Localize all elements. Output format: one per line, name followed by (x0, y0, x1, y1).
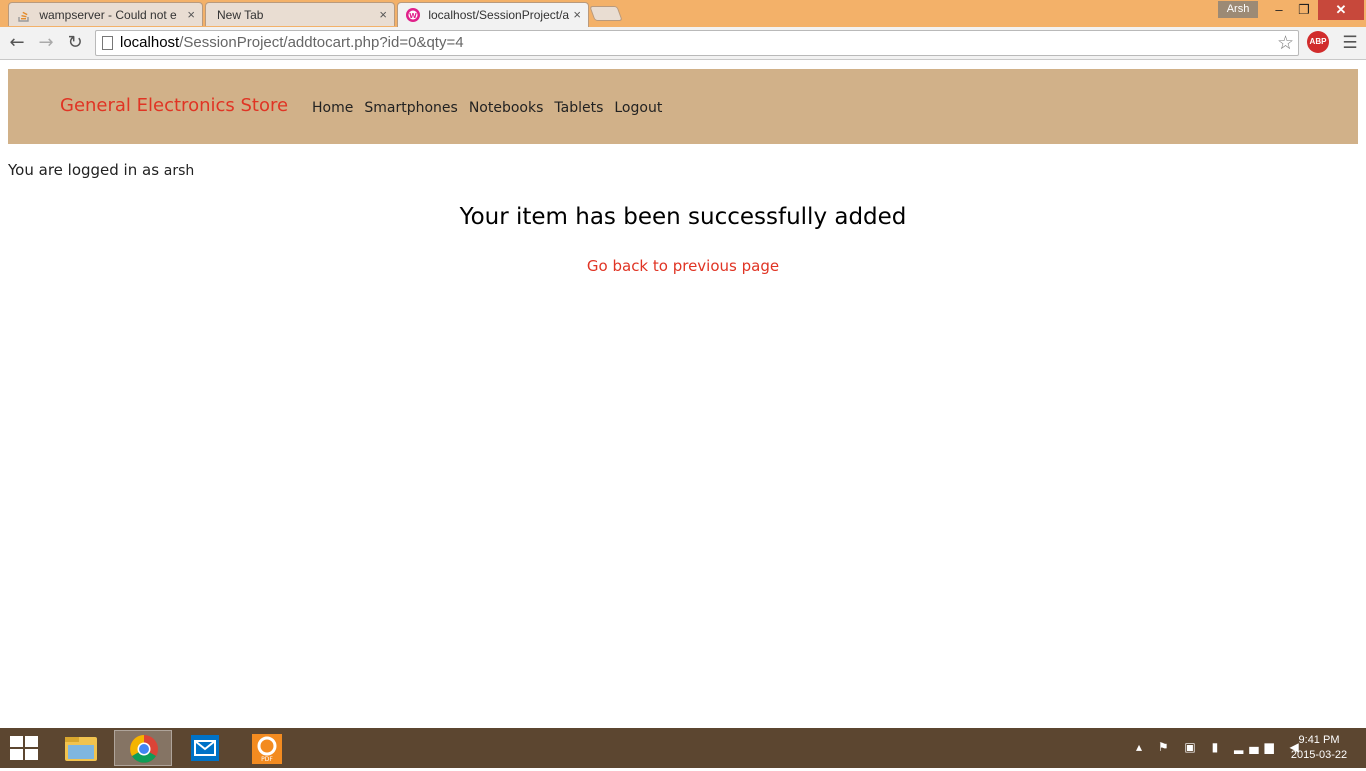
tab-close-icon[interactable]: × (573, 7, 581, 22)
success-message: Your item has been successfully added (459, 204, 907, 230)
pdf-icon[interactable]: PDF (238, 730, 296, 766)
page-viewport: General Electronics Store Home Smartphon… (0, 61, 1366, 728)
url-host: localhost (120, 34, 180, 51)
file-explorer-icon[interactable] (52, 730, 110, 766)
chrome-icon[interactable] (114, 730, 172, 766)
login-status: You are logged in as arsh (8, 161, 194, 179)
tab-title: wampserver - Could not e (39, 8, 177, 22)
tab-new-tab[interactable]: New Tab × (205, 2, 395, 26)
clock-time: 9:41 PM (1298, 734, 1340, 746)
url-path: /SessionProject/addtocart.php?id=0&qty=4 (179, 34, 464, 51)
reload-icon[interactable]: ↻ (63, 32, 87, 54)
page-icon (102, 36, 113, 50)
address-bar[interactable]: localhost/SessionProject/addtocart.php?i… (95, 30, 1299, 56)
windows-start-icon[interactable] (10, 736, 39, 760)
login-prefix: You are logged in as (8, 161, 160, 179)
menu-icon[interactable]: ☰ (1340, 33, 1360, 53)
bookmark-star-icon[interactable]: ☆ (1277, 32, 1294, 54)
back-link[interactable]: Go back to previous page (587, 257, 779, 275)
nav-tablets[interactable]: Tablets (554, 100, 603, 116)
new-tab-button[interactable] (589, 6, 623, 21)
back-link-row: Go back to previous page (0, 257, 1366, 275)
svg-text:W: W (409, 12, 417, 20)
svg-text:PDF: PDF (261, 756, 273, 763)
url-text[interactable]: localhost/SessionProject/addtocart.php?i… (120, 34, 464, 51)
nav-links: Home Smartphones Notebooks Tablets Logou… (312, 100, 662, 116)
profile-badge[interactable]: Arsh (1218, 1, 1258, 18)
nav-home[interactable]: Home (312, 100, 353, 116)
nav-smartphones[interactable]: Smartphones (364, 100, 457, 116)
mail-icon[interactable] (176, 730, 234, 766)
tab-title: localhost/SessionProject/a (428, 8, 570, 22)
stackoverflow-icon (18, 11, 29, 22)
minimize-button[interactable]: – (1266, 0, 1292, 20)
browser-toolbar: ← → ↻ localhost/SessionProject/addtocart… (0, 27, 1366, 60)
back-arrow-icon[interactable]: ← (5, 32, 29, 54)
close-window-button[interactable]: ✕ (1318, 0, 1364, 20)
restore-button[interactable]: ❐ (1291, 0, 1317, 20)
tab-wampserver[interactable]: wampserver - Could not e × (8, 2, 203, 26)
wampserver-icon: W (406, 8, 420, 22)
forward-arrow-icon[interactable]: → (34, 32, 58, 54)
tab-strip: wampserver - Could not e × New Tab × W l… (0, 0, 1366, 27)
tab-close-icon[interactable]: × (379, 7, 387, 22)
adblock-plus-icon[interactable]: ABP (1307, 31, 1329, 53)
site-navbar: General Electronics Store Home Smartphon… (8, 69, 1358, 144)
nav-logout[interactable]: Logout (614, 100, 662, 116)
username: arsh (163, 163, 195, 179)
system-clock[interactable]: 9:41 PM 2015-03-22 (1284, 733, 1354, 763)
site-brand[interactable]: General Electronics Store (60, 95, 288, 116)
clock-date: 2015-03-22 (1290, 749, 1348, 761)
tab-title: New Tab (217, 8, 264, 22)
system-tray[interactable]: ▴ ⚑ ▣ ▮ ▂▄▆ ◀ (1136, 740, 1305, 754)
nav-notebooks[interactable]: Notebooks (469, 100, 544, 116)
tab-close-icon[interactable]: × (187, 7, 195, 22)
windows-taskbar: PDF ▴ ⚑ ▣ ▮ ▂▄▆ ◀ 9:41 PM 2015-03-22 (0, 728, 1366, 768)
tab-localhost[interactable]: W localhost/SessionProject/a × (397, 2, 589, 27)
